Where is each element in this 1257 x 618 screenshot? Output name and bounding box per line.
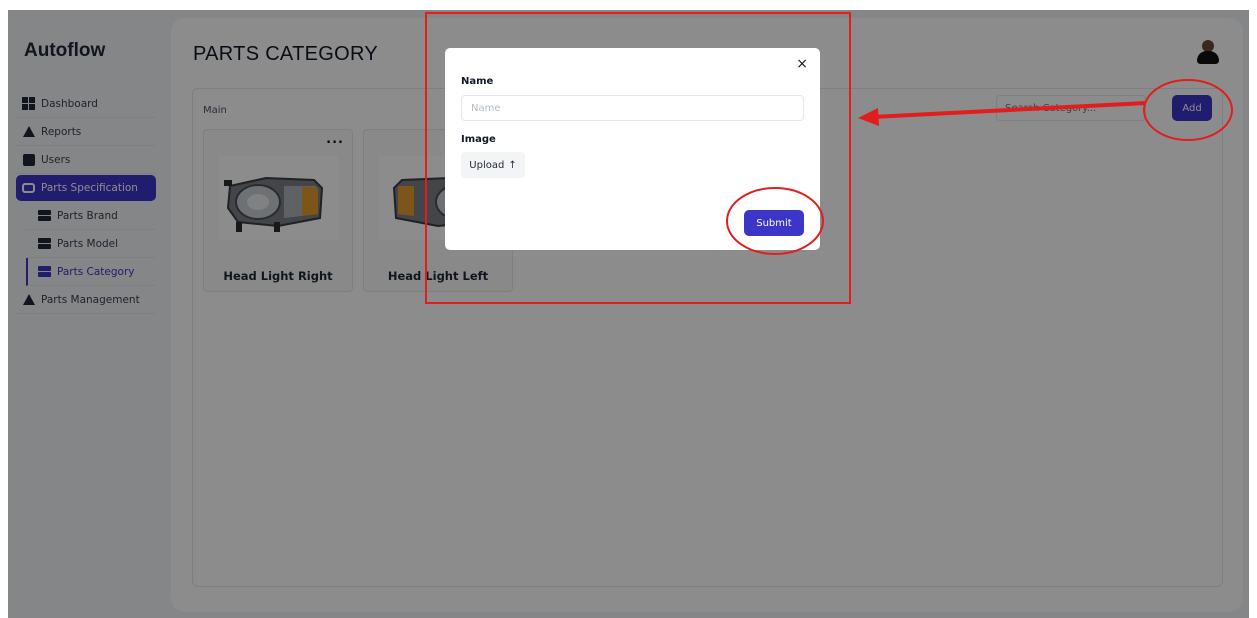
close-icon[interactable]: ×	[796, 56, 808, 72]
upload-arrow-icon: ↑	[508, 159, 517, 171]
upload-button[interactable]: Upload ↑	[461, 152, 525, 178]
upload-label: Upload	[469, 159, 505, 171]
submit-button[interactable]: Submit	[744, 210, 804, 236]
name-input[interactable]	[461, 95, 804, 121]
add-category-dialog: × Name Image Upload ↑ Submit	[445, 48, 820, 250]
image-label: Image	[461, 134, 496, 145]
name-label: Name	[461, 76, 494, 87]
